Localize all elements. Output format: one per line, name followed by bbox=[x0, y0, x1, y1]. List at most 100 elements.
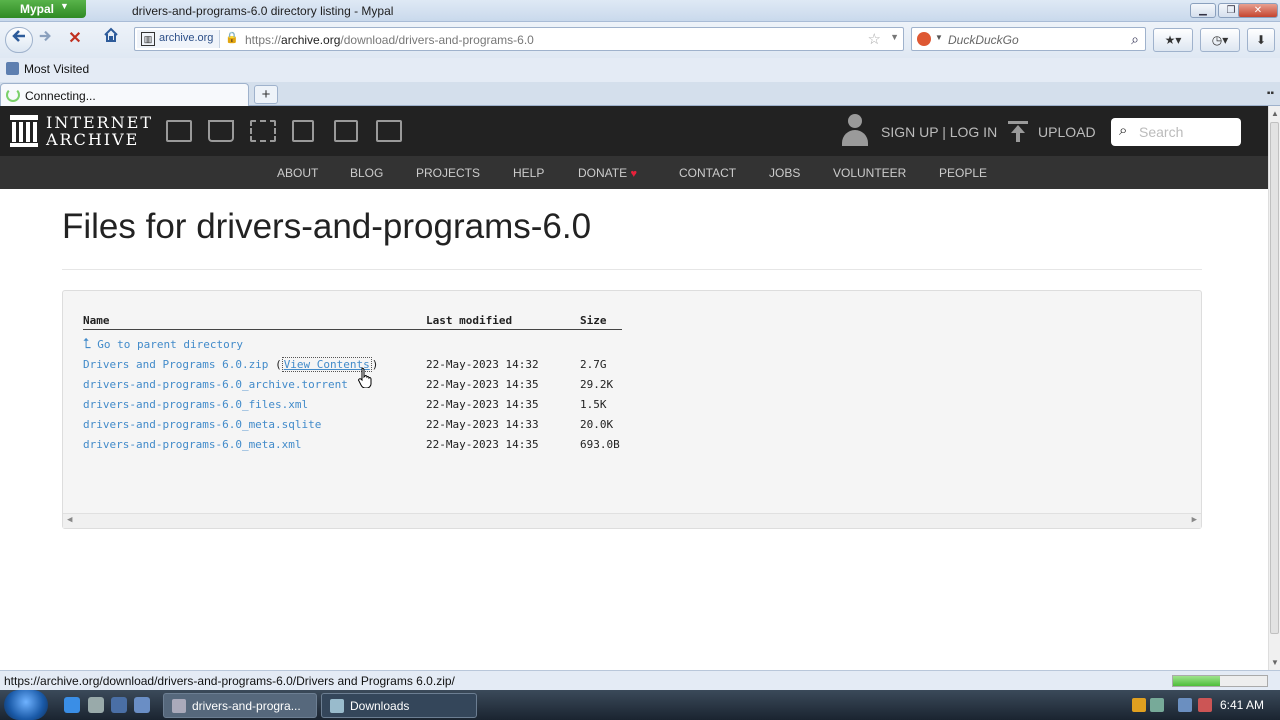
upload-link[interactable]: UPLOAD bbox=[1038, 124, 1096, 140]
software-floppy-icon[interactable] bbox=[334, 120, 358, 142]
bookmark-label: Most Visited bbox=[24, 62, 90, 76]
volume-muted-icon[interactable] bbox=[1198, 698, 1212, 712]
file-size: 20.0K bbox=[580, 418, 614, 431]
column-header-modified: Last modified bbox=[426, 314, 513, 327]
upload-icon[interactable] bbox=[1008, 121, 1028, 143]
file-link[interactable]: drivers-and-programs-6.0_archive.torrent bbox=[83, 378, 348, 391]
url-scheme: https:// bbox=[245, 33, 282, 47]
file-modified: 22-May-2023 14:35 bbox=[426, 438, 539, 451]
table-row: drivers-and-programs-6.0_meta.sqlite 22-… bbox=[83, 418, 643, 436]
images-icon[interactable] bbox=[376, 120, 402, 142]
mypal-icon bbox=[172, 699, 186, 713]
bookmarks-menu-button[interactable]: ★▾ bbox=[1153, 28, 1193, 52]
scroll-right-icon[interactable]: ▶ bbox=[1192, 515, 1197, 525]
nav-about[interactable]: ABOUT bbox=[277, 166, 318, 180]
nav-donate-label: DONATE bbox=[578, 166, 628, 180]
heart-icon: ♥ bbox=[630, 168, 637, 180]
column-header-name: Name bbox=[83, 314, 110, 327]
ia-search-input[interactable]: ⌕ Search bbox=[1111, 118, 1241, 146]
web-search-box[interactable]: ▼ DuckDuckGo ⌕ bbox=[911, 27, 1146, 51]
bookmarks-icon: ★▾ bbox=[1164, 33, 1182, 47]
show-desktop-icon[interactable] bbox=[111, 697, 127, 713]
close-window-button[interactable]: ✕ bbox=[1238, 3, 1278, 18]
scrollbar-thumb[interactable] bbox=[1270, 122, 1279, 634]
internet-archive-logo-text[interactable]: INTERNET ARCHIVE bbox=[46, 114, 153, 148]
tab-label: Connecting... bbox=[25, 89, 96, 103]
url-bar[interactable]: ▥ archive.org 🔒 https://archive.org/down… bbox=[134, 27, 904, 51]
ia-search-placeholder: Search bbox=[1139, 124, 1184, 140]
nav-volunteer[interactable]: VOLUNTEER bbox=[833, 166, 906, 180]
lock-icon: 🔒 bbox=[225, 32, 239, 44]
minimize-button[interactable]: ▁ bbox=[1190, 3, 1216, 18]
scroll-left-icon[interactable]: ◀ bbox=[67, 515, 72, 525]
nav-jobs[interactable]: JOBS bbox=[769, 166, 800, 180]
file-link[interactable]: drivers-and-programs-6.0_files.xml bbox=[83, 398, 308, 411]
file-modified: 22-May-2023 14:32 bbox=[426, 358, 539, 371]
user-avatar-icon[interactable] bbox=[842, 114, 868, 148]
horizontal-scrollbar[interactable]: ◀ ▶ bbox=[63, 513, 1201, 528]
window-titlebar: Mypal ▼ drivers-and-programs-6.0 directo… bbox=[0, 0, 1280, 22]
bookmark-most-visited[interactable]: Most Visited bbox=[6, 62, 89, 76]
up-arrow-icon: ⮤ bbox=[83, 336, 92, 352]
search-engine-dropdown-icon[interactable]: ▼ bbox=[935, 33, 943, 42]
internet-archive-logo-icon[interactable] bbox=[10, 115, 38, 147]
status-bar: https://archive.org/download/drivers-and… bbox=[0, 670, 1280, 690]
security-shield-icon[interactable] bbox=[1132, 698, 1146, 712]
tab-current[interactable]: Connecting... bbox=[0, 83, 249, 106]
url-dropdown-icon[interactable]: ▼ bbox=[890, 32, 899, 42]
nav-contact[interactable]: CONTACT bbox=[679, 166, 736, 180]
web-icon[interactable] bbox=[166, 120, 192, 142]
stop-button[interactable]: ✕ bbox=[62, 27, 88, 53]
nav-blog[interactable]: BLOG bbox=[350, 166, 383, 180]
taskbar-item-browser[interactable]: drivers-and-progra... bbox=[163, 693, 317, 718]
downloads-window-icon bbox=[330, 699, 344, 713]
list-all-tabs-icon[interactable]: ▪▪ bbox=[1267, 88, 1274, 99]
signup-login-link[interactable]: SIGN UP | LOG IN bbox=[881, 124, 997, 140]
back-arrow-icon bbox=[12, 30, 25, 42]
file-link[interactable]: drivers-and-programs-6.0_meta.sqlite bbox=[83, 418, 321, 431]
parent-directory-link[interactable]: ⮤ Go to parent directory bbox=[83, 336, 243, 352]
scroll-down-icon[interactable]: ▼ bbox=[1271, 658, 1279, 667]
new-tab-button[interactable]: + bbox=[254, 85, 278, 104]
internet-explorer-icon[interactable] bbox=[64, 697, 80, 713]
chevron-down-icon: ▼ bbox=[60, 1, 69, 11]
tray-app-icon[interactable] bbox=[1150, 698, 1164, 712]
site-identity-button[interactable]: ▥ archive.org bbox=[137, 30, 221, 48]
forward-button[interactable] bbox=[32, 27, 58, 53]
taskbar-clock[interactable]: 6:41 AM bbox=[1220, 698, 1264, 712]
file-size: 2.7G bbox=[580, 358, 607, 371]
parent-directory-label: Go to parent directory bbox=[97, 338, 243, 351]
file-modified: 22-May-2023 14:35 bbox=[426, 398, 539, 411]
nav-donate[interactable]: DONATE ♥ bbox=[578, 166, 637, 180]
file-modified: 22-May-2023 14:35 bbox=[426, 378, 539, 391]
search-icon[interactable]: ⌕ bbox=[1131, 31, 1139, 48]
table-row: drivers-and-programs-6.0_files.xml 22-Ma… bbox=[83, 398, 643, 416]
nav-help[interactable]: HELP bbox=[513, 166, 544, 180]
texts-book-icon[interactable] bbox=[208, 120, 234, 142]
switch-windows-icon[interactable] bbox=[134, 697, 150, 713]
back-button[interactable] bbox=[5, 27, 33, 53]
history-button[interactable]: ◷▾ bbox=[1200, 28, 1240, 52]
video-film-icon[interactable] bbox=[250, 120, 276, 142]
scroll-up-icon[interactable]: ▲ bbox=[1271, 109, 1279, 118]
tab-strip: Connecting... + ▪▪ bbox=[0, 82, 1280, 106]
app-menu-button[interactable]: Mypal ▼ bbox=[0, 0, 86, 18]
taskbar-item-downloads[interactable]: Downloads bbox=[321, 693, 477, 718]
stop-icon: ✕ bbox=[68, 30, 82, 47]
file-link[interactable]: drivers-and-programs-6.0_meta.xml bbox=[83, 438, 302, 451]
progress-fill bbox=[1173, 676, 1220, 686]
mypal-quicklaunch-icon[interactable] bbox=[88, 697, 104, 713]
audio-speaker-icon[interactable] bbox=[292, 120, 314, 142]
url-text[interactable]: https://archive.org/download/drivers-and… bbox=[245, 33, 534, 47]
bookmark-star-icon[interactable]: ☆ bbox=[868, 30, 881, 48]
downloads-button[interactable]: ⬇ bbox=[1247, 28, 1275, 52]
duckduckgo-icon[interactable] bbox=[917, 32, 931, 46]
app-menu-label: Mypal bbox=[20, 2, 55, 16]
file-link[interactable]: Drivers and Programs 6.0.zip (View Conte… bbox=[83, 357, 378, 372]
nav-people[interactable]: PEOPLE bbox=[939, 166, 987, 180]
network-icon[interactable] bbox=[1178, 698, 1192, 712]
home-button[interactable] bbox=[98, 27, 124, 53]
vertical-scrollbar[interactable]: ▲ ▼ bbox=[1268, 106, 1280, 670]
start-button[interactable] bbox=[4, 690, 48, 720]
nav-projects[interactable]: PROJECTS bbox=[416, 166, 480, 180]
